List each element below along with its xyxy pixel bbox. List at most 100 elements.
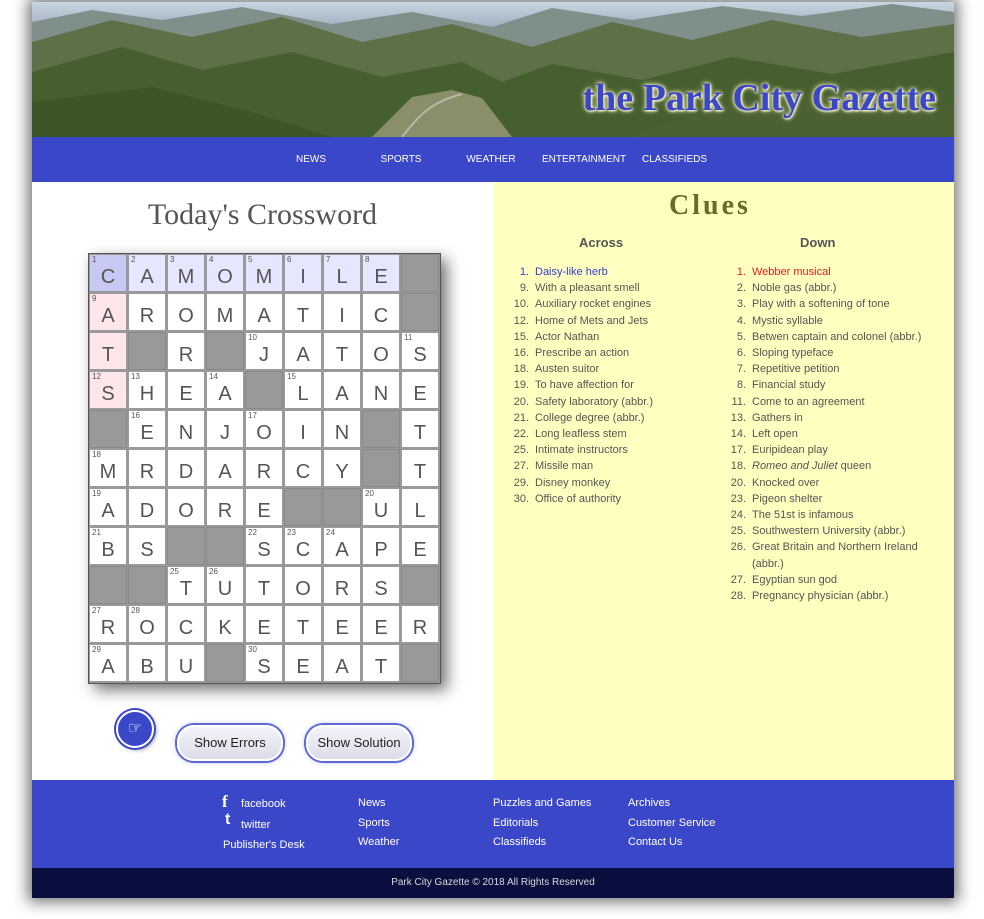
crossword-cell[interactable]: C bbox=[362, 293, 400, 331]
crossword-cell[interactable]: 14 A bbox=[206, 371, 244, 409]
facebook-icon[interactable]: f bbox=[222, 792, 228, 812]
crossword-cell[interactable]: 22 S bbox=[245, 527, 283, 565]
clue-item[interactable]: 1. Webber musical bbox=[726, 264, 926, 280]
footer-editorials[interactable]: Editorials bbox=[493, 817, 538, 829]
crossword-cell[interactable]: 13 H bbox=[128, 371, 166, 409]
nav-news[interactable]: NEWS bbox=[287, 137, 335, 182]
crossword-cell[interactable]: D bbox=[128, 488, 166, 526]
crossword-cell[interactable]: 30 S bbox=[245, 644, 283, 682]
nav-entertainment[interactable]: ENTERTAINMENT bbox=[542, 137, 626, 182]
nav-weather[interactable]: WEATHER bbox=[465, 137, 517, 182]
footer-classifieds[interactable]: Classifieds bbox=[493, 836, 546, 848]
crossword-cell[interactable]: E bbox=[245, 605, 283, 643]
crossword-cell[interactable]: O bbox=[284, 566, 322, 604]
crossword-cell[interactable]: E bbox=[323, 605, 361, 643]
crossword-cell[interactable]: 1C bbox=[89, 254, 127, 292]
twitter-icon[interactable]: t bbox=[225, 811, 230, 829]
clue-item[interactable]: 5. Betwen captain and colonel (abbr.) bbox=[726, 329, 926, 345]
footer-puzzles[interactable]: Puzzles and Games bbox=[493, 797, 591, 809]
clue-item[interactable]: 2. Noble gas (abbr.) bbox=[726, 280, 926, 296]
crossword-cell[interactable]: P bbox=[362, 527, 400, 565]
clue-item[interactable]: 18. Austen suitor bbox=[509, 361, 709, 377]
crossword-cell[interactable]: R bbox=[245, 449, 283, 487]
crossword-cell[interactable]: T bbox=[245, 566, 283, 604]
clue-item[interactable]: 17. Euripidean play bbox=[726, 442, 926, 458]
crossword-cell[interactable]: A bbox=[323, 371, 361, 409]
clue-item[interactable]: 22. Long leafless stem bbox=[509, 426, 709, 442]
footer-twitter-link[interactable]: twitter bbox=[241, 819, 270, 831]
crossword-cell[interactable]: R bbox=[167, 332, 205, 370]
footer-archives[interactable]: Archives bbox=[628, 797, 670, 809]
crossword-cell[interactable]: A bbox=[206, 449, 244, 487]
footer-facebook-link[interactable]: facebook bbox=[241, 798, 286, 810]
crossword-cell[interactable]: 8E bbox=[362, 254, 400, 292]
clue-item[interactable]: 1. Daisy-like herb bbox=[509, 264, 709, 280]
crossword-cell[interactable]: 28 O bbox=[128, 605, 166, 643]
crossword-cell[interactable]: C bbox=[167, 605, 205, 643]
crossword-cell[interactable]: C bbox=[284, 449, 322, 487]
clue-item[interactable]: 3. Play with a softening of tone bbox=[726, 296, 926, 312]
footer-sports[interactable]: Sports bbox=[358, 817, 390, 829]
crossword-cell[interactable]: 24 A bbox=[323, 527, 361, 565]
clue-item[interactable]: 25. Intimate instructors bbox=[509, 442, 709, 458]
crossword-cell[interactable]: 7L bbox=[323, 254, 361, 292]
clue-item[interactable]: 19. To have affection for bbox=[509, 377, 709, 393]
clue-item[interactable]: 13. Gathers in bbox=[726, 410, 926, 426]
crossword-cell[interactable]: 4O bbox=[206, 254, 244, 292]
crossword-cell[interactable]: R bbox=[128, 293, 166, 331]
clue-item[interactable]: 27. Egyptian sun god bbox=[726, 572, 926, 588]
crossword-cell[interactable]: 10 J bbox=[245, 332, 283, 370]
footer-contact-us[interactable]: Contact Us bbox=[628, 836, 682, 848]
hint-button[interactable]: ☞ bbox=[116, 710, 154, 748]
crossword-cell[interactable]: 20 U bbox=[362, 488, 400, 526]
footer-customer-service[interactable]: Customer Service bbox=[628, 817, 715, 829]
crossword-cell[interactable]: K bbox=[206, 605, 244, 643]
crossword-cell[interactable]: E bbox=[167, 371, 205, 409]
crossword-cell[interactable]: 5M bbox=[245, 254, 283, 292]
clue-item[interactable]: 6. Sloping typeface bbox=[726, 345, 926, 361]
crossword-cell[interactable]: 23 C bbox=[284, 527, 322, 565]
footer-publishers-desk[interactable]: Publisher's Desk bbox=[223, 839, 305, 851]
clue-item[interactable]: 27. Missile man bbox=[509, 458, 709, 474]
crossword-cell[interactable]: U bbox=[167, 644, 205, 682]
clue-item[interactable]: 4. Mystic syllable bbox=[726, 313, 926, 329]
crossword-cell[interactable]: T bbox=[362, 644, 400, 682]
crossword-cell[interactable]: R bbox=[401, 605, 439, 643]
crossword-cell[interactable]: T bbox=[89, 332, 127, 370]
crossword-cell[interactable]: 6I bbox=[284, 254, 322, 292]
crossword-cell[interactable]: E bbox=[362, 605, 400, 643]
crossword-cell[interactable]: 16 E bbox=[128, 410, 166, 448]
crossword-cell[interactable]: A bbox=[323, 644, 361, 682]
crossword-cell[interactable]: E bbox=[284, 644, 322, 682]
clue-item[interactable]: 18. Romeo and Juliet queen bbox=[726, 458, 926, 474]
show-solution-button[interactable]: Show Solution bbox=[306, 725, 412, 761]
crossword-cell[interactable]: J bbox=[206, 410, 244, 448]
clue-item[interactable]: 14. Left open bbox=[726, 426, 926, 442]
clue-item[interactable]: 25. Southwestern University (abbr.) bbox=[726, 523, 926, 539]
crossword-cell[interactable]: 17 O bbox=[245, 410, 283, 448]
crossword-cell[interactable]: N bbox=[323, 410, 361, 448]
crossword-cell[interactable]: A bbox=[284, 332, 322, 370]
crossword-cell[interactable]: B bbox=[128, 644, 166, 682]
crossword-cell[interactable]: E bbox=[245, 488, 283, 526]
crossword-cell[interactable]: 3M bbox=[167, 254, 205, 292]
clue-item[interactable]: 30. Office of authority bbox=[509, 491, 709, 507]
clue-item[interactable]: 16. Prescribe an action bbox=[509, 345, 709, 361]
crossword-cell[interactable]: R bbox=[206, 488, 244, 526]
clue-item[interactable]: 21. College degree (abbr.) bbox=[509, 410, 709, 426]
crossword-cell[interactable]: O bbox=[362, 332, 400, 370]
crossword-cell[interactable]: 12 S bbox=[89, 371, 127, 409]
crossword-cell[interactable]: N bbox=[167, 410, 205, 448]
footer-weather[interactable]: Weather bbox=[358, 836, 399, 848]
crossword-cell[interactable]: R bbox=[323, 566, 361, 604]
crossword-cell[interactable]: T bbox=[284, 293, 322, 331]
crossword-cell[interactable]: 11 S bbox=[401, 332, 439, 370]
clue-item[interactable]: 7. Repetitive petition bbox=[726, 361, 926, 377]
crossword-cell[interactable]: T bbox=[284, 605, 322, 643]
crossword-cell[interactable]: E bbox=[401, 527, 439, 565]
crossword-cell[interactable]: N bbox=[362, 371, 400, 409]
clue-item[interactable]: 24. The 51st is infamous bbox=[726, 507, 926, 523]
nav-classifieds[interactable]: CLASSIFIEDS bbox=[642, 137, 707, 182]
crossword-cell[interactable]: T bbox=[401, 410, 439, 448]
crossword-cell[interactable]: 2A bbox=[128, 254, 166, 292]
